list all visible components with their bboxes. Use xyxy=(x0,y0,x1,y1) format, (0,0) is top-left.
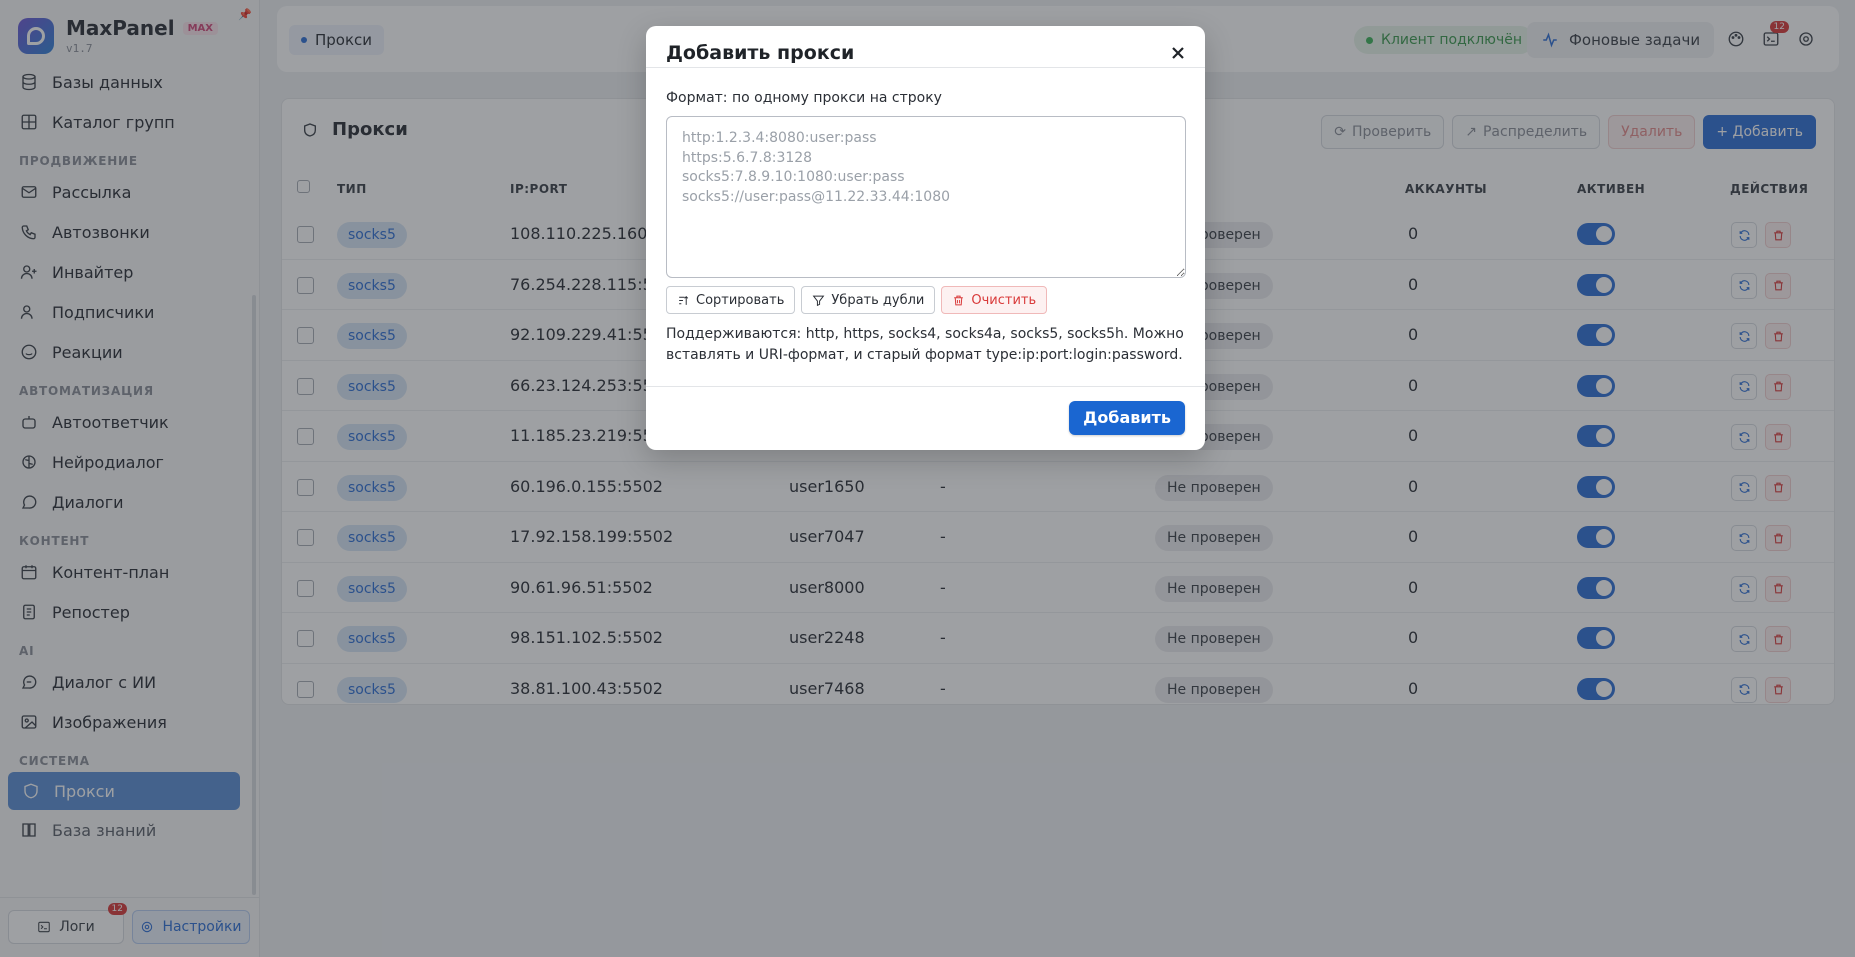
sort-icon xyxy=(679,295,689,305)
clear-label: Очистить xyxy=(971,292,1037,308)
supported-formats-help: Поддерживаются: http, https, socks4, soc… xyxy=(666,326,1184,363)
close-icon xyxy=(1172,47,1184,59)
dedupe-label: Убрать дубли xyxy=(831,292,925,308)
textarea-tools: Сортировать Убрать дубли Очистить xyxy=(666,286,1048,314)
add-proxy-modal: Добавить прокси Формат: по одному прокси… xyxy=(646,26,1205,450)
modal-title: Добавить прокси xyxy=(666,42,855,64)
proxy-list-textarea[interactable] xyxy=(666,116,1186,278)
trash-icon xyxy=(954,295,964,305)
modal-footer-divider xyxy=(646,386,1205,387)
sort-button[interactable]: Сортировать xyxy=(666,286,796,314)
clear-button[interactable]: Очистить xyxy=(941,286,1048,314)
close-button[interactable] xyxy=(1167,42,1189,64)
format-label: Формат: по одному прокси на строку xyxy=(666,90,942,106)
submit-add-button[interactable]: Добавить xyxy=(1069,401,1185,435)
sort-label: Сортировать xyxy=(696,292,785,308)
dedupe-button[interactable]: Убрать дубли xyxy=(801,286,936,314)
modal-header-divider xyxy=(646,67,1205,68)
filter-icon xyxy=(813,295,825,306)
